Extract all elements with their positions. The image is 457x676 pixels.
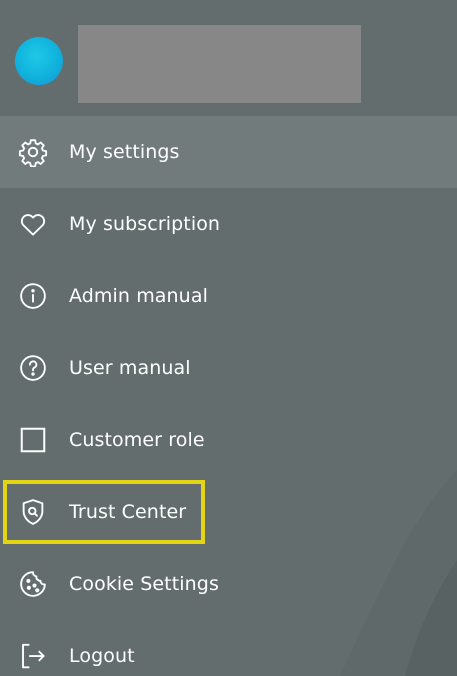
gear-icon [17,136,49,168]
menu-item-label: Customer role [69,429,205,451]
menu-item-my-settings[interactable]: My settings [0,116,457,188]
avatar[interactable] [15,37,63,85]
menu-item-label: Cookie Settings [69,573,219,595]
user-header [0,0,457,114]
user-menu-panel: My settings My subscription Admin manual [0,0,457,676]
menu-item-user-manual[interactable]: User manual [0,332,457,404]
menu-list: My settings My subscription Admin manual [0,116,457,676]
heart-icon [17,208,49,240]
question-icon [17,352,49,384]
logout-icon [17,640,49,672]
menu-item-my-subscription[interactable]: My subscription [0,188,457,260]
info-icon [17,280,49,312]
trust-center-highlight-box [3,480,205,544]
menu-item-label: User manual [69,357,191,379]
menu-item-label: My settings [69,141,180,163]
menu-item-label: My subscription [69,213,221,235]
menu-item-customer-role[interactable]: Customer role [0,404,457,476]
menu-item-cookie-settings[interactable]: Cookie Settings [0,548,457,620]
redacted-user-name [78,25,361,103]
menu-item-label: Logout [69,645,135,667]
menu-item-logout[interactable]: Logout [0,620,457,676]
menu-item-label: Admin manual [69,285,208,307]
square-icon [17,424,49,456]
menu-item-admin-manual[interactable]: Admin manual [0,260,457,332]
cookie-icon [17,568,49,600]
